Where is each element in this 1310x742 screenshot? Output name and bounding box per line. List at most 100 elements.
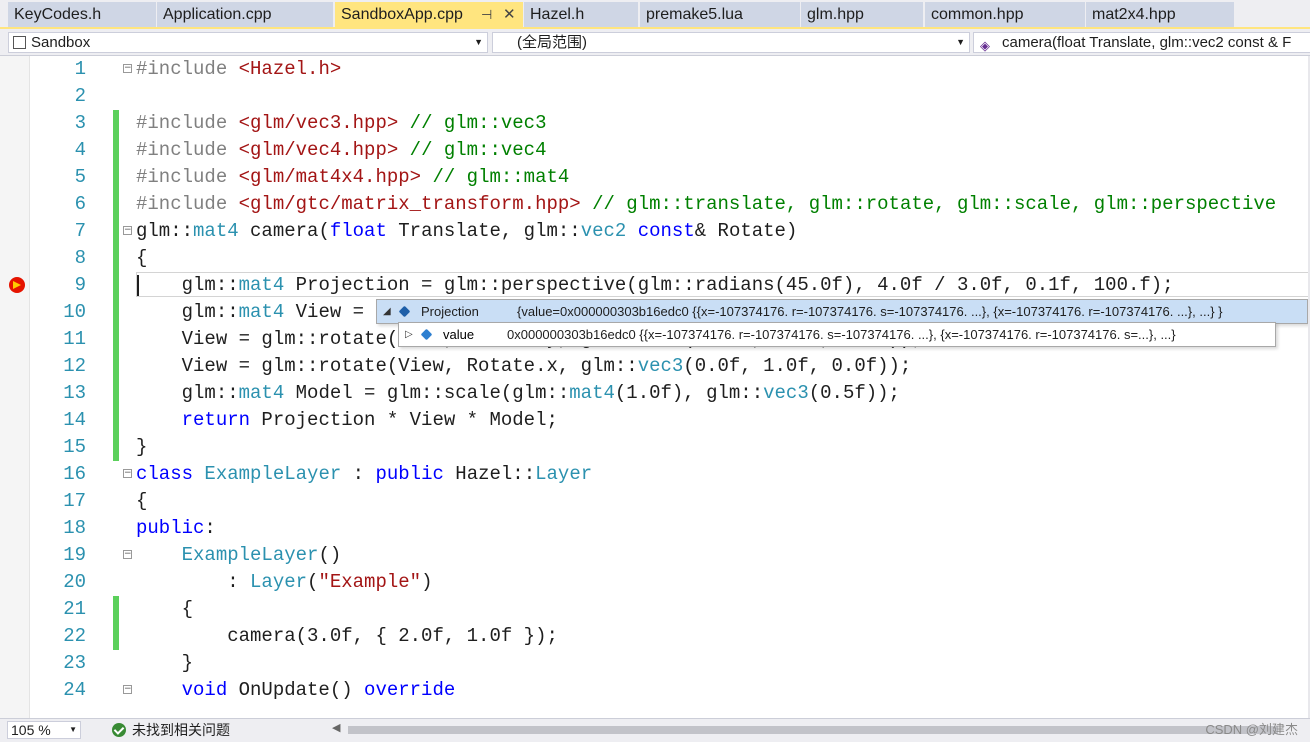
line-number: 21: [63, 598, 86, 620]
code-text: #include <glm/vec3.hpp> // glm::vec3: [136, 112, 547, 134]
code-line: 4 #include <glm/vec4.hpp> // glm::vec4: [0, 137, 1310, 164]
datatip-row-projection[interactable]: ◢ Projection {value=0x000000303b16edc0 {…: [377, 300, 1307, 323]
code-text: #include <glm/vec4.hpp> // glm::vec4: [136, 139, 547, 161]
code-line: 20 : Layer("Example"): [0, 569, 1310, 596]
code-line: 2: [0, 83, 1310, 110]
change-marker: [113, 164, 119, 191]
code-line: 15 }: [0, 434, 1310, 461]
change-marker: [113, 218, 119, 245]
tab-application-cpp[interactable]: Application.cpp: [157, 2, 333, 27]
zoom-dropdown[interactable]: 105 % ▼: [7, 721, 81, 739]
chevron-down-icon: ▼: [956, 37, 965, 47]
line-number: 10: [63, 301, 86, 323]
horizontal-scrollbar[interactable]: ◀: [332, 721, 1302, 737]
code-text: }: [136, 436, 148, 458]
tab-common-hpp[interactable]: common.hpp: [925, 2, 1085, 27]
code-line: 18 public:: [0, 515, 1310, 542]
code-text: #include <Hazel.h>: [136, 58, 342, 80]
code-text: glm::mat4 Model = glm::scale(glm::mat4(1…: [136, 382, 900, 404]
scroll-thumb[interactable]: [348, 726, 1278, 734]
scope-label: (全局范围): [517, 34, 587, 51]
collapse-icon[interactable]: −: [123, 226, 132, 235]
tab-label: premake5.lua: [646, 6, 743, 23]
collapse-icon[interactable]: −: [123, 64, 132, 73]
code-text: {: [136, 490, 148, 512]
navigation-bar: Sandbox ▼ (全局范围) ▼ ◈ camera(float Transl…: [0, 29, 1310, 56]
code-line: 8 {: [0, 245, 1310, 272]
expand-triangle-icon[interactable]: ▷: [405, 323, 413, 346]
line-number: 19: [63, 544, 86, 566]
tab-label: mat2x4.hpp: [1092, 6, 1176, 23]
tab-hazel-h[interactable]: Hazel.h: [524, 2, 638, 27]
tab-sandboxapp-cpp[interactable]: SandboxApp.cpp ⊣ ✕: [335, 2, 523, 27]
line-number: 1: [74, 58, 86, 80]
line-number: 16: [63, 463, 86, 485]
scroll-left-icon[interactable]: ◀: [332, 721, 340, 734]
tab-glm-hpp[interactable]: glm.hpp: [801, 2, 923, 27]
pin-icon[interactable]: ⊣: [481, 2, 492, 27]
line-number: 15: [63, 436, 86, 458]
code-line: 13 glm::mat4 Model = glm::scale(glm::mat…: [0, 380, 1310, 407]
code-text: : Layer("Example"): [136, 571, 433, 593]
member-dropdown[interactable]: ◈ camera(float Translate, glm::vec2 cons…: [973, 32, 1310, 53]
code-text: public:: [136, 517, 216, 539]
line-number: 7: [74, 220, 86, 242]
collapse-icon[interactable]: −: [123, 550, 132, 559]
collapse-triangle-icon[interactable]: ◢: [383, 300, 391, 323]
tab-label: glm.hpp: [807, 6, 864, 23]
datatip-value[interactable]: {value=0x000000303b16edc0 {{x=-107374176…: [517, 300, 1223, 323]
object-icon: [398, 305, 411, 318]
collapse-icon[interactable]: −: [123, 469, 132, 478]
debugger-datatip-child[interactable]: ▷ value 0x000000303b16edc0 {{x=-10737417…: [398, 322, 1276, 347]
close-icon[interactable]: ✕: [503, 2, 516, 27]
code-editor[interactable]: 1 − #include <Hazel.h> 2 3 #include <glm…: [0, 56, 1310, 718]
line-number: 18: [63, 517, 86, 539]
code-line: 19 − ExampleLayer(): [0, 542, 1310, 569]
line-number: 12: [63, 355, 86, 377]
line-number: 6: [74, 193, 86, 215]
method-icon: ◈: [980, 38, 990, 53]
project-icon: [13, 36, 26, 49]
issues-status[interactable]: 未找到相关问题: [132, 719, 230, 741]
line-number: 2: [74, 85, 86, 107]
debugger-datatip[interactable]: ◢ Projection {value=0x000000303b16edc0 {…: [376, 299, 1308, 324]
tab-mat2x4-hpp[interactable]: mat2x4.hpp: [1086, 2, 1234, 27]
current-statement-icon[interactable]: [9, 277, 25, 293]
code-text: View = glm::rotate(View, Rotate.x, glm::…: [136, 355, 912, 377]
line-number: 5: [74, 166, 86, 188]
line-number: 23: [63, 652, 86, 674]
tab-keycodes-h[interactable]: KeyCodes.h: [8, 2, 156, 27]
collapse-icon[interactable]: −: [123, 685, 132, 694]
code-line: 6 #include <glm/gtc/matrix_transform.hpp…: [0, 191, 1310, 218]
line-number: 3: [74, 112, 86, 134]
check-circle-icon: [112, 723, 126, 737]
code-line: 24 − void OnUpdate() override: [0, 677, 1310, 704]
zoom-level: 105 %: [11, 722, 51, 738]
code-text: class ExampleLayer : public Hazel::Layer: [136, 463, 593, 485]
line-number: 8: [74, 247, 86, 269]
tab-label: Hazel.h: [530, 6, 585, 23]
tab-premake5-lua[interactable]: premake5.lua: [640, 2, 800, 27]
current-code-line: 9 glm::mat4 Projection = glm::perspectiv…: [0, 272, 1310, 299]
tab-label: common.hpp: [931, 6, 1024, 23]
tab-label: SandboxApp.cpp: [341, 6, 463, 23]
document-tab-strip: KeyCodes.h Application.cpp SandboxApp.cp…: [0, 0, 1310, 29]
change-marker: [113, 110, 119, 137]
project-dropdown[interactable]: Sandbox ▼: [8, 32, 488, 53]
change-marker: [113, 596, 119, 623]
code-text: glm::mat4 Projection = glm::perspective(…: [136, 274, 1174, 296]
code-line: 7 − glm::mat4 camera(float Translate, gl…: [0, 218, 1310, 245]
code-line: 21 {: [0, 596, 1310, 623]
datatip-child-value[interactable]: 0x000000303b16edc0 {{x=-107374176. r=-10…: [507, 323, 1176, 346]
scope-dropdown[interactable]: (全局范围) ▼: [492, 32, 970, 53]
code-text: }: [136, 652, 194, 674]
chevron-down-icon: ▼: [474, 37, 483, 47]
code-text: #include <glm/gtc/matrix_transform.hpp> …: [136, 193, 1277, 215]
code-line: 3 #include <glm/vec3.hpp> // glm::vec3: [0, 110, 1310, 137]
change-marker: [113, 326, 119, 353]
line-number: 17: [63, 490, 86, 512]
datatip-row-value[interactable]: ▷ value 0x000000303b16edc0 {{x=-10737417…: [399, 323, 1275, 346]
code-line: 5 #include <glm/mat4x4.hpp> // glm::mat4: [0, 164, 1310, 191]
tab-label: KeyCodes.h: [14, 6, 102, 23]
change-marker: [113, 299, 119, 326]
